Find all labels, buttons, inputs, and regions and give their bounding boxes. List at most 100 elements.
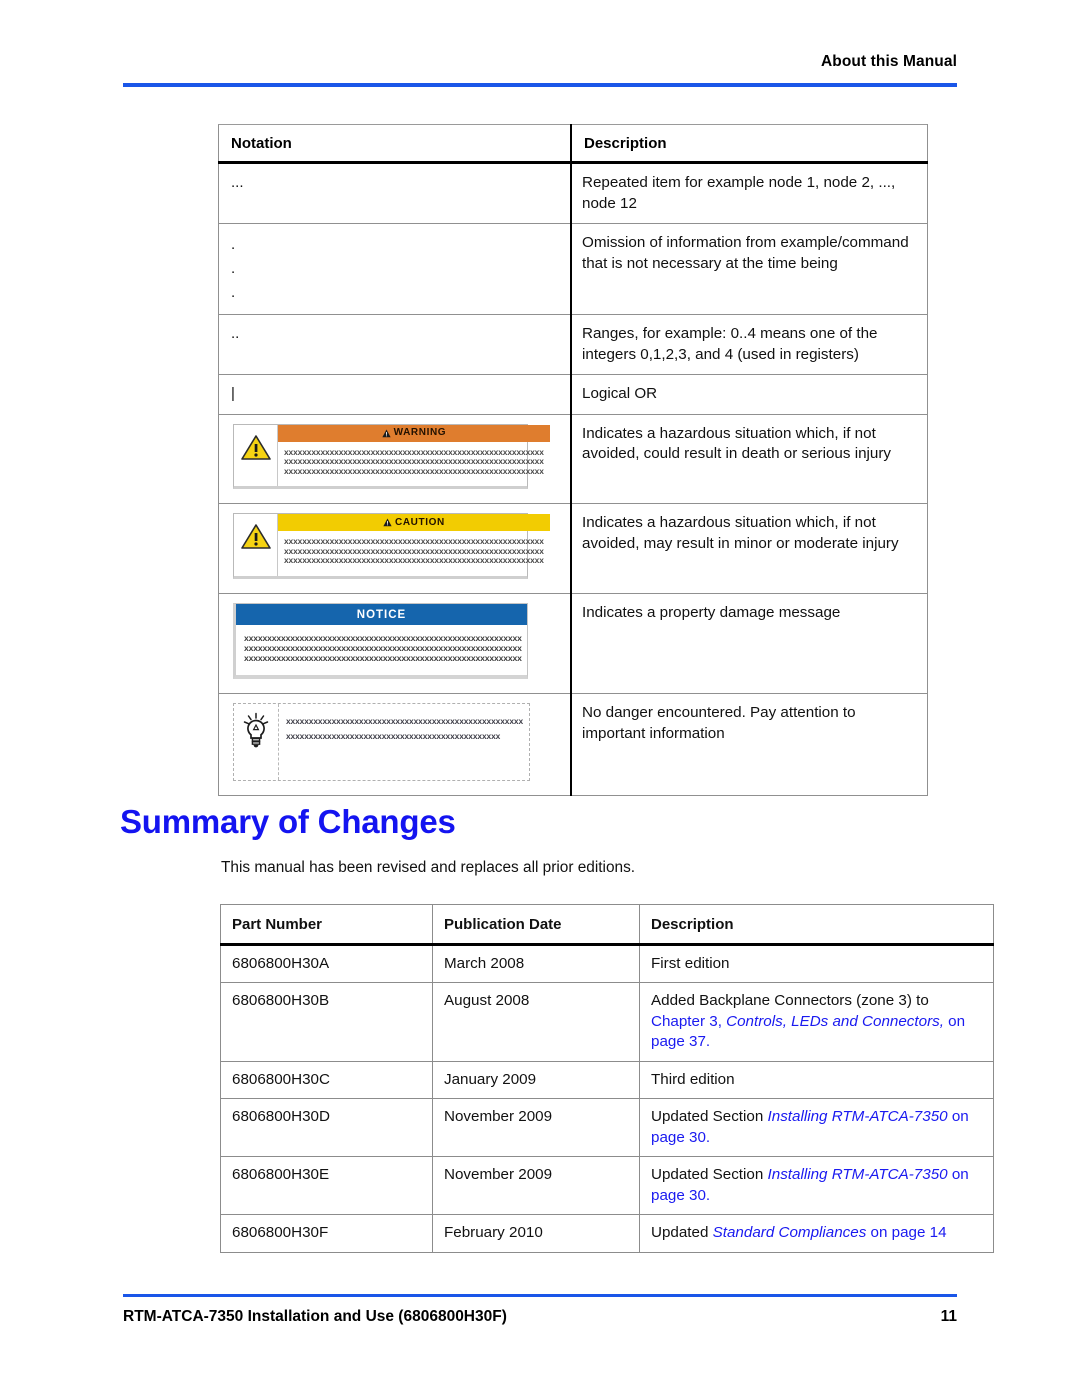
- notation-description: No danger encountered. Pay attention to …: [570, 693, 928, 797]
- part-number-cell: 6806800H30C: [220, 1060, 433, 1099]
- vertical-dot-1: .: [231, 236, 236, 253]
- description-text: Added Backplane Connectors (zone 3) to: [651, 992, 929, 1009]
- cross-reference-link-suffix[interactable]: on page 14: [866, 1224, 947, 1241]
- description-cell: Added Backplane Connectors (zone 3) to C…: [639, 982, 994, 1062]
- footer-page-number: 11: [940, 1308, 957, 1325]
- caution-body: CAUTION xxxxxxxxxxxxxxxxxxxxxxxxxxxxxxxx…: [278, 514, 550, 576]
- table-row: . . . Omission of information from examp…: [218, 223, 928, 315]
- table-row: .. Ranges, for example: 0..4 means one o…: [218, 314, 928, 375]
- publication-date-cell: August 2008: [432, 982, 640, 1062]
- caution-banner-triangle-icon: [383, 518, 392, 527]
- page-header-title: About this Manual: [820, 53, 957, 70]
- table-row: | Logical OR: [218, 374, 928, 415]
- description-cell: Third edition: [639, 1060, 994, 1099]
- summary-of-changes-table: Part Number Publication Date Description…: [220, 904, 994, 1253]
- page-footer: RTM-ATCA-7350 Installation and Use (6806…: [123, 1294, 957, 1326]
- vertical-dot-2: .: [231, 260, 236, 277]
- part-number-cell: 6806800H30F: [220, 1214, 433, 1253]
- description-cell: Updated Standard Compliances on page 14: [639, 1214, 994, 1253]
- publication-date-cell: February 2010: [432, 1214, 640, 1253]
- caution-banner: CAUTION: [278, 514, 550, 532]
- cross-reference-link-title[interactable]: Controls, LEDs and Connectors,: [726, 1013, 944, 1030]
- notation-symbol-range: ..: [218, 314, 572, 375]
- notice-placeholder-line: xxxxxxxxxxxxxxxxxxxxxxxxxxxxxxxxxxxxxxxx…: [244, 633, 522, 644]
- publication-date-cell: November 2009: [432, 1098, 640, 1157]
- notation-description: Indicates a hazardous situation which, i…: [570, 413, 928, 505]
- notation-description: Ranges, for example: 0..4 means one of t…: [570, 314, 928, 375]
- description-cell: Updated Section Installing RTM-ATCA-7350…: [639, 1156, 994, 1215]
- changes-table-header-row: Part Number Publication Date Description: [220, 904, 994, 946]
- table-row: 6806800H30D November 2009 Updated Sectio…: [220, 1098, 994, 1157]
- notation-description: Logical OR: [570, 374, 928, 415]
- notice-placeholder-line: xxxxxxxxxxxxxxxxxxxxxxxxxxxxxxxxxxxxxxxx…: [244, 643, 522, 654]
- caution-box: CAUTION xxxxxxxxxxxxxxxxxxxxxxxxxxxxxxxx…: [233, 513, 550, 580]
- tip-placeholder-text: xxxxxxxxxxxxxxxxxxxxxxxxxxxxxxxxxxxxxxxx…: [286, 714, 523, 744]
- table-row: WARNING xxxxxxxxxxxxxxxxxxxxxxxxxxxxxxxx…: [218, 413, 928, 505]
- description-text: Updated Section: [651, 1166, 768, 1183]
- tip-alert-sample: xxxxxxxxxxxxxxxxxxxxxxxxxxxxxxxxxxxxxxxx…: [218, 693, 572, 797]
- notice-placeholder-line: xxxxxxxxxxxxxxxxxxxxxxxxxxxxxxxxxxxxxxxx…: [244, 653, 522, 664]
- notice-banner-label: NOTICE: [356, 608, 407, 621]
- table-row: 6806800H30E November 2009 Updated Sectio…: [220, 1156, 994, 1215]
- table-row: 6806800H30A March 2008 First edition: [220, 943, 994, 983]
- table-row: NOTICE xxxxxxxxxxxxxxxxxxxxxxxxxxxxxxxxx…: [218, 593, 928, 695]
- warning-alert-sample: WARNING xxxxxxxxxxxxxxxxxxxxxxxxxxxxxxxx…: [218, 413, 572, 505]
- notation-description: Repeated item for example node 1, node 2…: [570, 162, 928, 224]
- warning-box: WARNING xxxxxxxxxxxxxxxxxxxxxxxxxxxxxxxx…: [233, 423, 550, 490]
- page-header: About this Manual: [123, 52, 957, 87]
- footer-content-row: RTM-ATCA-7350 Installation and Use (6806…: [123, 1308, 957, 1326]
- table-row: CAUTION xxxxxxxxxxxxxxxxxxxxxxxxxxxxxxxx…: [218, 503, 928, 595]
- footer-divider-rule: [123, 1294, 957, 1297]
- part-number-cell: 6806800H30D: [220, 1098, 433, 1157]
- part-number-cell: 6806800H30E: [220, 1156, 433, 1215]
- table-row: 6806800H30F February 2010 Updated Standa…: [220, 1214, 994, 1253]
- caution-alert-sample: CAUTION xxxxxxxxxxxxxxxxxxxxxxxxxxxxxxxx…: [218, 503, 572, 595]
- table-row: 6806800H30C January 2009 Third edition: [220, 1060, 994, 1099]
- description-column-header: Description: [639, 904, 994, 946]
- description-column-header: Description: [570, 124, 928, 164]
- notice-placeholder-text: xxxxxxxxxxxxxxxxxxxxxxxxxxxxxxxxxxxxxxxx…: [236, 625, 527, 675]
- description-text: Updated: [651, 1224, 713, 1241]
- summary-intro-paragraph: This manual has been revised and replace…: [221, 859, 636, 876]
- notation-column-header: Notation: [218, 124, 572, 164]
- notice-banner: NOTICE: [236, 604, 527, 626]
- cross-reference-link-title[interactable]: Standard Compliances: [713, 1224, 867, 1241]
- caution-placeholder-text: xxxxxxxxxxxxxxxxxxxxxxxxxxxxxxxxxxxxxxxx…: [278, 531, 550, 576]
- description-text: Updated Section: [651, 1108, 768, 1125]
- notation-table: Notation Description ... Repeated item f…: [218, 124, 928, 797]
- description-cell: Updated Section Installing RTM-ATCA-7350…: [639, 1098, 994, 1157]
- table-row: ... Repeated item for example node 1, no…: [218, 162, 928, 224]
- notation-table-header-row: Notation Description: [218, 124, 928, 164]
- publication-date-cell: March 2008: [432, 943, 640, 983]
- part-number-cell: 6806800H30A: [220, 943, 433, 983]
- tip-icon-cell: [234, 704, 279, 781]
- caution-banner-label: CAUTION: [395, 516, 445, 528]
- tip-placeholder-line: xxxxxxxxxxxxxxxxxxxxxxxxxxxxxxxxxxxxxxxx…: [286, 731, 501, 742]
- notation-description: Indicates a hazardous situation which, i…: [570, 503, 928, 595]
- warning-banner-label: WARNING: [393, 427, 447, 438]
- notice-box: NOTICE xxxxxxxxxxxxxxxxxxxxxxxxxxxxxxxxx…: [233, 603, 528, 680]
- warning-banner-triangle-icon: [381, 429, 391, 437]
- caution-placeholder-line: xxxxxxxxxxxxxxxxxxxxxxxxxxxxxxxxxxxxxxxx…: [284, 555, 544, 566]
- notation-symbol-pipe: |: [218, 374, 572, 415]
- page-title: Summary of Changes: [120, 803, 456, 840]
- tip-box: xxxxxxxxxxxxxxxxxxxxxxxxxxxxxxxxxxxxxxxx…: [233, 703, 530, 782]
- vertical-dot-3: .: [231, 284, 236, 301]
- notation-symbol-vertical-dots: . . .: [218, 223, 572, 315]
- header-divider-rule: [123, 83, 957, 87]
- cross-reference-link-title[interactable]: Installing RTM-ATCA-7350: [768, 1108, 948, 1125]
- part-number-cell: 6806800H30B: [220, 982, 433, 1062]
- publication-date-column-header: Publication Date: [432, 904, 640, 946]
- warning-icon-cell: [234, 424, 278, 487]
- tip-body: xxxxxxxxxxxxxxxxxxxxxxxxxxxxxxxxxxxxxxxx…: [279, 704, 529, 780]
- document-page: About this Manual Notation Description .…: [0, 0, 1080, 1397]
- warning-triangle-icon: [240, 434, 271, 460]
- lightbulb-icon: [243, 712, 269, 748]
- tip-placeholder-line: xxxxxxxxxxxxxxxxxxxxxxxxxxxxxxxxxxxxxxxx…: [286, 716, 524, 727]
- cross-reference-link-title[interactable]: Installing RTM-ATCA-7350: [768, 1166, 948, 1183]
- description-text: First edition: [651, 954, 730, 972]
- table-row: 6806800H30B August 2008 Added Backplane …: [220, 982, 994, 1062]
- cross-reference-link-prefix[interactable]: Chapter 3,: [651, 1013, 726, 1030]
- notice-alert-sample: NOTICE xxxxxxxxxxxxxxxxxxxxxxxxxxxxxxxxx…: [218, 593, 572, 695]
- footer-document-title: RTM-ATCA-7350 Installation and Use (6806…: [123, 1308, 507, 1325]
